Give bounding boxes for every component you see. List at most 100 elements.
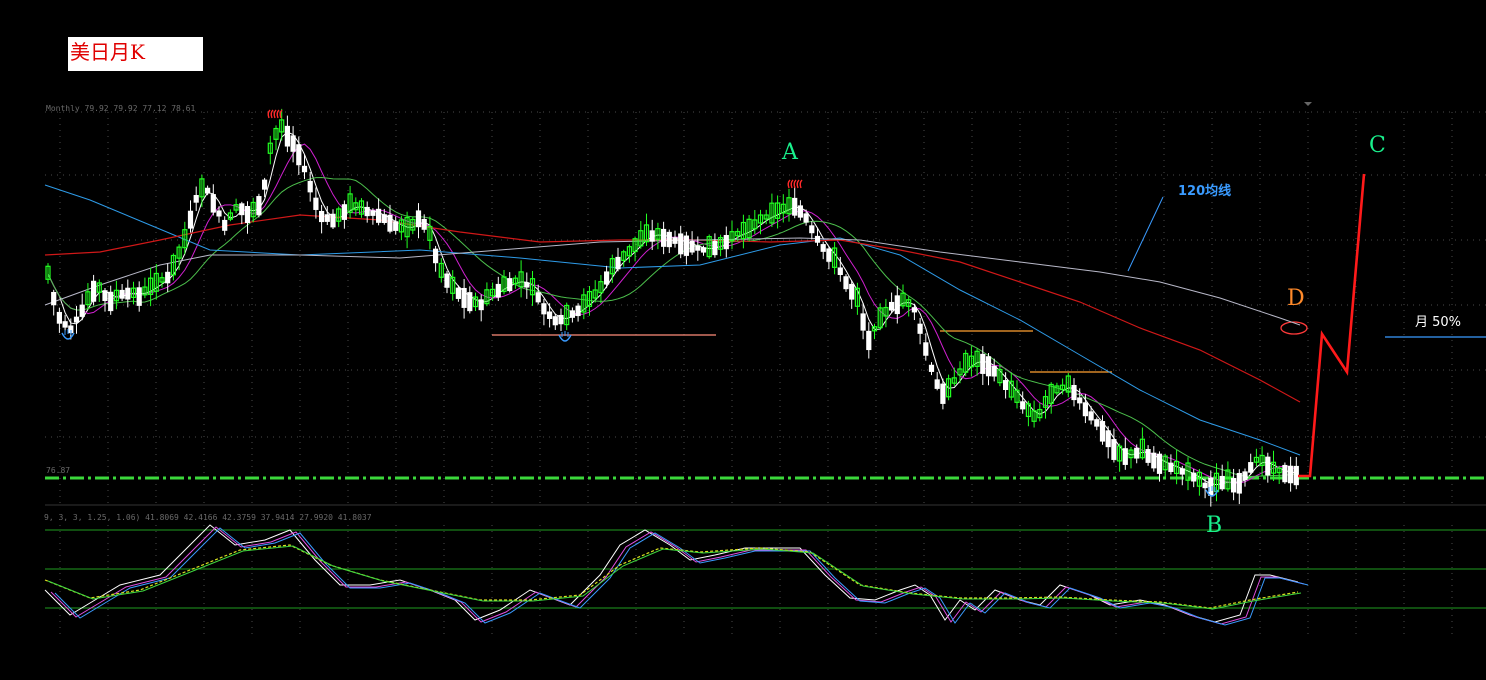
candle <box>62 314 68 332</box>
candle-body <box>495 283 501 298</box>
candle <box>393 216 399 235</box>
candle-body <box>723 234 729 250</box>
candle-body <box>649 230 655 242</box>
candle <box>495 276 501 302</box>
candle <box>1122 437 1128 470</box>
candle <box>1094 417 1100 431</box>
candle-body <box>923 342 929 356</box>
candle-body <box>1236 472 1242 494</box>
candle <box>564 302 570 331</box>
candle <box>1219 464 1225 491</box>
candle-body <box>433 248 439 264</box>
candle-body <box>216 210 222 217</box>
candle-body <box>51 291 57 306</box>
candle-body <box>803 213 809 223</box>
candle <box>820 241 826 260</box>
candle <box>136 281 142 312</box>
candle <box>598 275 604 304</box>
candle-body <box>165 271 171 284</box>
candle-body <box>393 221 399 231</box>
candle-body <box>296 144 302 166</box>
candle <box>683 231 690 265</box>
candle <box>1054 382 1060 395</box>
candle-body <box>814 235 821 243</box>
candle <box>552 313 558 330</box>
candle-body <box>1282 464 1288 483</box>
candle <box>997 364 1003 387</box>
candle <box>991 358 997 382</box>
candle-body <box>262 179 268 190</box>
candle-body <box>603 271 610 285</box>
candle-body <box>1134 447 1140 459</box>
top-marker-stroke <box>276 109 280 119</box>
candle <box>472 292 479 311</box>
candle-body <box>1151 452 1157 469</box>
candle-body <box>102 290 108 302</box>
candle <box>96 279 102 302</box>
candle <box>558 308 564 331</box>
candle-body <box>575 305 581 317</box>
candle-body <box>666 231 672 248</box>
candle <box>963 349 969 377</box>
candle-body <box>1242 471 1248 481</box>
candle-body <box>193 195 199 203</box>
candle-body <box>108 291 114 312</box>
candle <box>1134 444 1140 464</box>
ma-60 <box>44 184 1301 456</box>
candle <box>313 187 319 219</box>
candle <box>1287 456 1294 492</box>
top-marker-stroke <box>793 179 797 189</box>
candle <box>877 303 883 331</box>
candle <box>723 226 729 258</box>
candle <box>1014 380 1020 409</box>
candle-body <box>313 197 319 210</box>
candle <box>609 254 615 284</box>
candle-body <box>695 245 701 251</box>
candle <box>376 198 382 226</box>
top-marker-stroke <box>787 179 791 189</box>
candle <box>1128 447 1134 469</box>
candle-body <box>678 233 684 255</box>
candle <box>1265 452 1271 483</box>
candle-body <box>1082 402 1089 417</box>
candle <box>888 292 895 314</box>
oscillator-panel <box>44 524 1486 626</box>
candle <box>370 208 376 225</box>
candle-body <box>370 210 376 216</box>
candle <box>438 258 444 283</box>
candle-body <box>1145 449 1151 463</box>
candle <box>1225 461 1231 492</box>
candle-body <box>1122 448 1128 465</box>
candle <box>1031 400 1037 428</box>
candle-body <box>319 210 325 223</box>
candle <box>524 272 530 299</box>
candle-body <box>888 301 895 311</box>
candle <box>484 282 490 307</box>
candle <box>56 307 63 333</box>
candle-body <box>843 276 849 290</box>
candle-body <box>222 219 228 231</box>
candle-body <box>478 299 484 311</box>
candle-body <box>672 237 678 244</box>
candle <box>706 234 712 259</box>
candle <box>90 274 97 306</box>
candle <box>1270 450 1277 481</box>
candle-body <box>62 321 68 328</box>
candle-body <box>1020 401 1026 410</box>
candle <box>672 230 678 248</box>
candle <box>1025 400 1032 427</box>
candle <box>968 346 975 377</box>
candle-body <box>1105 430 1111 448</box>
candle <box>427 216 433 250</box>
candle <box>923 333 929 361</box>
candle <box>546 303 553 328</box>
osc-k-line <box>44 524 1299 623</box>
candle-body <box>239 203 245 216</box>
top-marker-stroke <box>267 109 271 119</box>
candle-body <box>928 364 935 372</box>
candle-body <box>119 289 125 299</box>
candle-body <box>792 197 798 216</box>
candle <box>193 186 199 212</box>
candle <box>244 201 251 234</box>
candle-body <box>256 196 262 216</box>
